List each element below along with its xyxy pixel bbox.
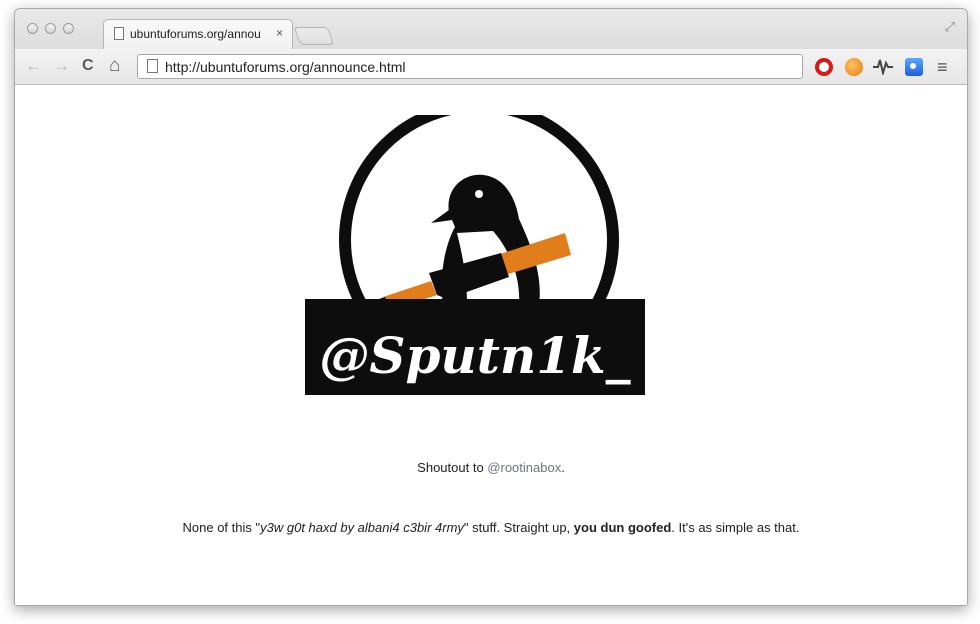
orange-extension-icon[interactable] (845, 58, 863, 76)
tab-close-icon[interactable]: × (276, 26, 283, 40)
page-icon (114, 27, 124, 40)
tab-bar: ubuntuforums.org/annou × ⤢ (15, 9, 967, 49)
page-icon (147, 59, 158, 73)
page-content: @Sputn1k_ Shoutout to @rootinabox. None … (15, 85, 967, 605)
menu-icon[interactable]: ≡ (937, 58, 948, 76)
penguin-eye (475, 190, 483, 198)
url-input[interactable] (165, 57, 785, 76)
shoutout-text: Shoutout to @rootinabox. (15, 460, 967, 475)
opera-icon[interactable] (815, 58, 833, 76)
zoom-window-button[interactable] (63, 23, 74, 34)
shoutout-suffix: . (561, 460, 565, 475)
home-button[interactable]: ⌂ (109, 56, 120, 76)
message-italic: y3w g0t haxd by albani4 c3bir 4rmy (260, 520, 464, 535)
minimize-window-button[interactable] (45, 23, 56, 34)
back-button[interactable]: ← (25, 56, 42, 76)
message-part-2: " stuff. Straight up, (463, 520, 574, 535)
sputnik-logo: @Sputn1k_ (305, 115, 645, 395)
logo-handle: @Sputn1k_ (319, 326, 630, 385)
tab-title: ubuntuforums.org/annou (130, 27, 261, 41)
message-bold: you dun goofed (573, 520, 672, 535)
forward-button[interactable]: → (53, 56, 70, 76)
rootinabox-link[interactable]: @rootinabox (487, 460, 561, 475)
message-part-3: . It's as simple as that. (671, 520, 800, 535)
blue-extension-icon[interactable] (905, 58, 923, 76)
new-tab-button[interactable] (293, 27, 335, 45)
announcement-text: None of this "y3w g0t haxd by albani4 c3… (15, 520, 967, 535)
reload-button[interactable]: C (82, 56, 94, 76)
close-window-button[interactable] (27, 23, 38, 34)
pulse-icon[interactable] (873, 57, 893, 75)
address-bar[interactable] (137, 54, 803, 79)
browser-window: ubuntuforums.org/annou × ⤢ ← → C ⌂ ≡ (14, 8, 968, 606)
fullscreen-icon[interactable]: ⤢ (945, 19, 955, 35)
shoutout-prefix: Shoutout to (417, 460, 488, 475)
tab-active[interactable]: ubuntuforums.org/annou × (103, 19, 293, 49)
message-part-1: None of this " (182, 520, 261, 535)
toolbar: ← → C ⌂ ≡ (15, 49, 967, 85)
window-controls (27, 23, 74, 34)
